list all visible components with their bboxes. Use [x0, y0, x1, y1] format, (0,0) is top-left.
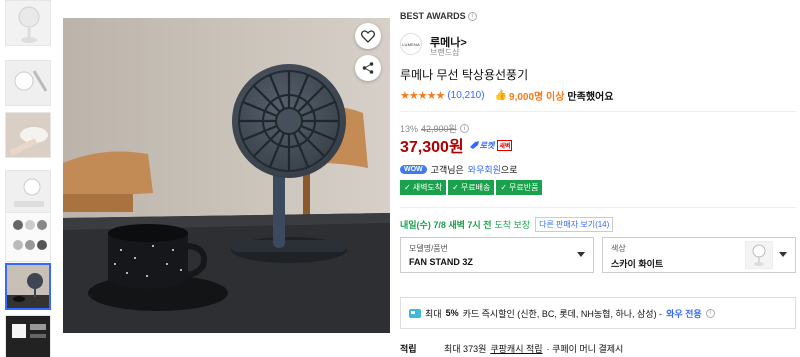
delivery-date: 내일(수) 7/8 새벽 7시 전	[400, 220, 492, 230]
benefit-badge: ✓ 무료배송	[448, 180, 495, 195]
dropdown-value: FAN STAND 3Z	[409, 257, 473, 267]
rocket-delivery-badge: 로켓 새벽	[469, 139, 513, 151]
chevron-down-icon	[779, 252, 787, 257]
thumbnail-1[interactable]	[5, 0, 51, 46]
brand-shop-label: 브랜드샵	[430, 48, 460, 57]
divider	[400, 111, 796, 112]
thumbnail-5[interactable]	[5, 212, 51, 262]
heart-icon	[361, 29, 375, 43]
wow-text-after: 으로	[500, 165, 518, 175]
rocket-icon	[469, 141, 479, 149]
info-icon[interactable]: i	[459, 124, 469, 133]
wow-benefits: ✓ 새벽도착 ✓ 무료배송 ✓ 무료반품	[400, 180, 543, 195]
product-page: BEST AWARDS i LUMENA 루메나> 브랜드샵 루메나 무선 탁상…	[0, 0, 800, 357]
wow-member-row: WOW 고객님은 와우회원 으로	[400, 163, 517, 176]
benefit-label: 새벽도착	[412, 183, 443, 192]
check-icon: ✓	[500, 183, 508, 192]
benefit-label: 무료반품	[509, 183, 539, 192]
benefit-label: 무료배송	[460, 183, 491, 192]
brand-logo[interactable]: LUMENA	[400, 33, 422, 55]
rating-row: ★★★★★ (10,210) 👍 9,000명 이상 만족했어요	[400, 88, 613, 103]
sale-price: 37,300원	[400, 139, 464, 156]
rocket-dawn-tag: 새벽	[497, 139, 513, 151]
reward-row: 적립 최대 373원 쿠팡캐시 적립 · 쿠페이 머니 결제시	[400, 342, 623, 355]
chevron-right-icon: >	[460, 37, 467, 49]
main-product-image	[63, 18, 390, 333]
info-icon[interactable]: i	[467, 11, 477, 21]
wishlist-heart-button[interactable]	[355, 23, 381, 49]
promo-text: 카드 즉시할인 (신한, BC, 롯데, NH농협, 하나, 삼성) -	[462, 308, 663, 319]
color-option-thumbnail	[745, 241, 773, 269]
chevron-down-icon	[577, 252, 585, 257]
thumbnail-4[interactable]	[5, 170, 51, 216]
benefit-badge: ✓ 새벽도착	[400, 180, 447, 195]
promo-percent: 5%	[445, 308, 459, 318]
delivery-row: 내일(수) 7/8 새벽 7시 전 도착 보장 다른 판매자 보기(14)	[400, 217, 614, 232]
check-icon: ✓	[404, 183, 411, 192]
share-icon	[362, 62, 374, 74]
delivery-guarantee: 도착 보장	[494, 220, 531, 230]
thumbnail-3[interactable]	[5, 112, 51, 158]
discount-rate: 13%	[400, 123, 419, 134]
satisfied-text: 만족했어요	[567, 92, 614, 103]
thumbnail-6-selected[interactable]	[5, 263, 51, 310]
coupang-cash-link[interactable]: 쿠팡캐시 적립	[490, 342, 542, 355]
card-discount-banner[interactable]: 최대 5% 카드 즉시할인 (신한, BC, 롯데, NH농협, 하나, 삼성)…	[400, 297, 796, 329]
thumbs-up-icon: 👍	[494, 90, 508, 101]
model-option-dropdown[interactable]: 모델명/품번 FAN STAND 3Z	[400, 237, 594, 273]
share-button[interactable]	[355, 55, 381, 81]
info-icon[interactable]: i	[705, 308, 715, 318]
wow-badge: WOW	[400, 165, 427, 174]
thumbnail-7[interactable]	[5, 315, 51, 357]
satisfied-count: 9,000명 이상	[509, 92, 565, 103]
dropdown-label: 모델명/품번	[409, 244, 449, 253]
awards-label: BEST AWARDS	[400, 11, 466, 21]
promo-prefix: 최대	[425, 308, 442, 319]
reward-suffix: · 쿠페이 머니 결제시	[546, 344, 624, 354]
best-awards[interactable]: BEST AWARDS i	[400, 11, 477, 21]
product-title: 루메나 무선 탁상용선풍기	[400, 68, 529, 82]
rating-stars[interactable]: ★★★★★	[400, 89, 445, 102]
price-row: 37,300원 로켓 새벽	[400, 133, 513, 157]
promo-wow-only: 와우 전용	[666, 308, 702, 319]
wow-member-link[interactable]: 와우회원	[468, 163, 501, 176]
check-icon: ✓	[452, 183, 459, 192]
credit-card-icon	[409, 308, 421, 318]
divider	[400, 207, 796, 208]
wow-text-before: 고객님은	[430, 165, 464, 175]
reward-label: 적립	[400, 344, 417, 354]
color-option-dropdown[interactable]: 색상 스카이 화이트	[602, 237, 796, 273]
rocket-label: 로켓	[479, 140, 495, 150]
other-sellers-button[interactable]: 다른 판매자 보기(14)	[535, 217, 614, 232]
thumbnail-2[interactable]	[5, 60, 51, 106]
reward-amount: 최대 373원	[444, 344, 487, 354]
benefit-badge: ✓ 무료반품	[496, 180, 543, 195]
review-count-link[interactable]: (10,210)	[447, 90, 484, 101]
